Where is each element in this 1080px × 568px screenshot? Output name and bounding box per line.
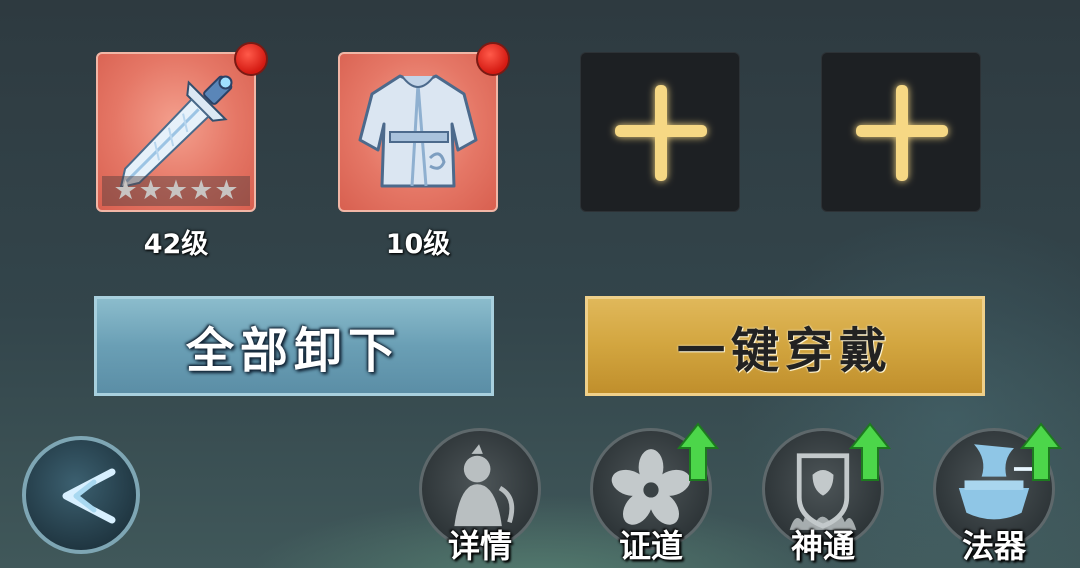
nav-faqi-label: 法器 bbox=[961, 527, 1026, 565]
weapon-level-label: 42级 bbox=[143, 229, 209, 260]
plus-icon bbox=[856, 85, 948, 181]
nav-zhengdao-label: 证道 bbox=[618, 527, 683, 565]
star-icon: ★ bbox=[163, 175, 189, 206]
star-icon: ★ bbox=[214, 175, 239, 206]
unequip-all-button[interactable]: 全部卸下 bbox=[94, 296, 494, 396]
empty-slot-3[interactable] bbox=[580, 52, 740, 212]
empty-slot-4[interactable] bbox=[821, 52, 981, 212]
armor-level-label: 10级 bbox=[385, 229, 451, 260]
equip-all-button[interactable]: 一键穿戴 bbox=[585, 296, 985, 396]
star-icon: ★ bbox=[113, 175, 138, 206]
upgrade-arrow-icon bbox=[849, 422, 891, 481]
star-icon: ★ bbox=[138, 175, 163, 206]
notification-dot bbox=[476, 42, 510, 76]
star-icon: ★ bbox=[189, 175, 214, 206]
nav-shentong-label: 神通 bbox=[790, 527, 855, 565]
nav-details-label: 详情 bbox=[447, 527, 512, 565]
upgrade-arrow-icon bbox=[1020, 422, 1062, 481]
plus-icon bbox=[615, 85, 707, 181]
back-arrow-icon bbox=[62, 468, 116, 524]
notification-dot bbox=[234, 42, 268, 76]
robe-icon bbox=[358, 74, 478, 188]
back-button[interactable] bbox=[22, 436, 140, 554]
weapon-slot[interactable]: ★ ★ ★ ★ ★ bbox=[96, 42, 268, 212]
upgrade-arrow-icon bbox=[677, 422, 719, 481]
armor-slot[interactable] bbox=[338, 42, 510, 212]
star-rating: ★ ★ ★ ★ ★ bbox=[102, 176, 250, 206]
